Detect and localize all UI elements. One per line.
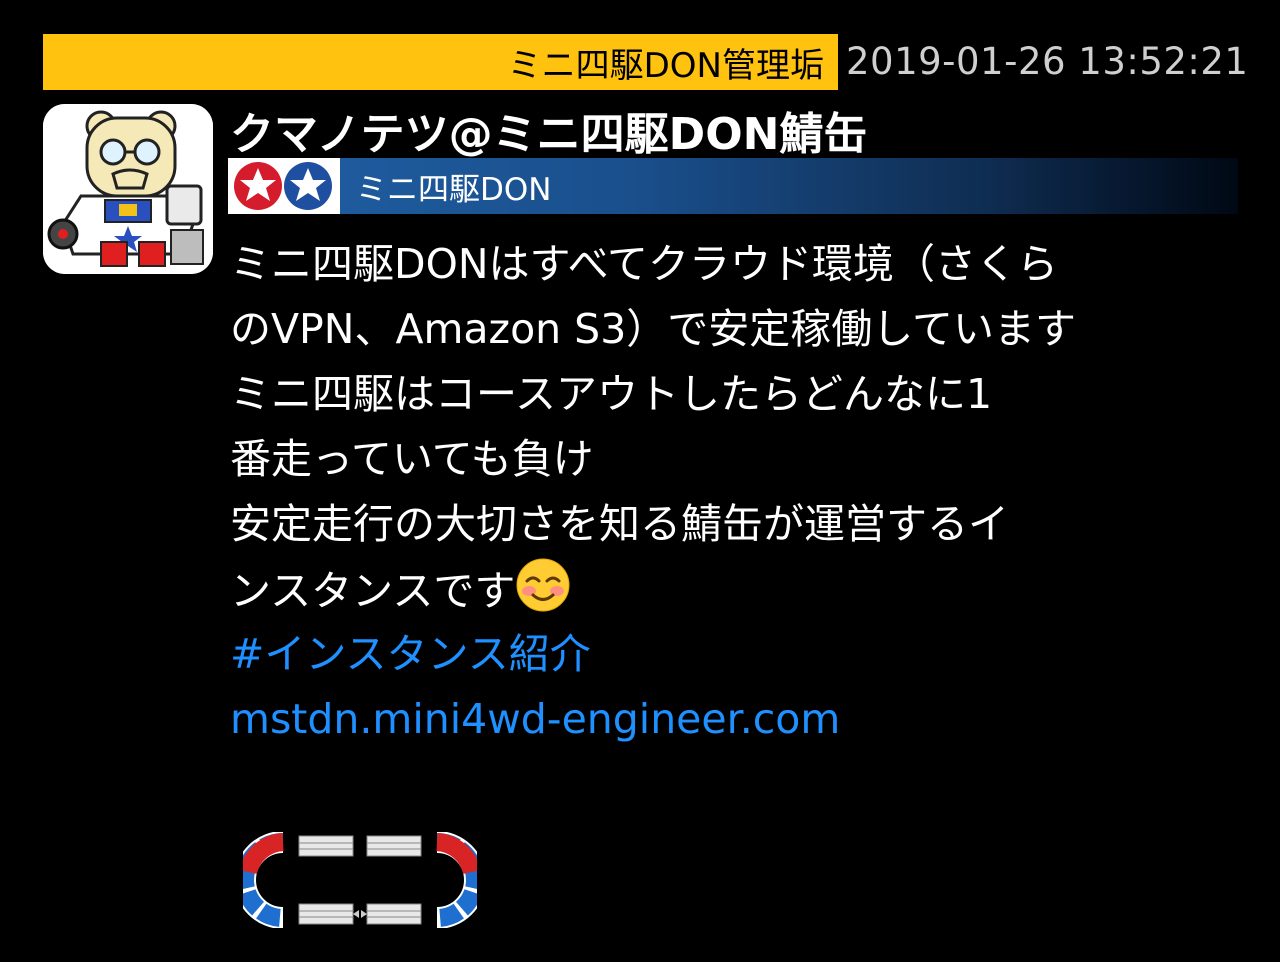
content-line: ミニ四駆DONはすべてクラウド環境（さくら [230, 240, 1059, 288]
content-line: のVPN、Amazon S3）で安定稼働しています [230, 305, 1077, 353]
post-timestamp: 2019-01-26 13:52:21 [846, 40, 1249, 83]
instance-ticker[interactable]: ミニ四駆DON [228, 158, 1238, 214]
url-link[interactable]: mstdn.mini4wd-engineer.com [230, 687, 1240, 752]
media-attachment[interactable] [243, 832, 477, 928]
content-line: ミニ四駆はコースアウトしたらどんなに1 [230, 370, 993, 418]
content-line-with-emoji: ンスタンスです [230, 557, 1240, 622]
star-logo-icon [228, 158, 340, 214]
avatar[interactable] [43, 104, 213, 274]
account-bar[interactable]: ミニ四駆DON管理垢 [43, 34, 838, 90]
smiling-blush-emoji-icon [515, 557, 571, 613]
post-view: ミニ四駆DON管理垢 2019-01-26 13:52:21 クマノテツ@ミニ四… [0, 0, 1280, 962]
post-content: ミニ四駆DONはすべてクラウド環境（さくら のVPN、Amazon S3）で安定… [230, 232, 1240, 752]
bear-robot-avatar-icon [43, 104, 213, 274]
account-bar-label: ミニ四駆DON管理垢 [507, 45, 824, 86]
content-line: 安定走行の大切さを知る鯖缶が運営するイ [230, 500, 1009, 548]
instance-name: ミニ四駆DON [356, 171, 552, 208]
content-line: 番走っていても負け [230, 435, 594, 483]
instance-icon-box [228, 158, 340, 214]
content-line: ンスタンスです [230, 567, 516, 615]
display-name[interactable]: クマノテツ@ミニ四駆DON鯖缶 [230, 98, 867, 162]
previous-post-fragment [230, 0, 269, 29]
hashtag-link[interactable]: #インスタンス紹介 [230, 622, 1240, 687]
race-track-image-icon [243, 832, 477, 928]
